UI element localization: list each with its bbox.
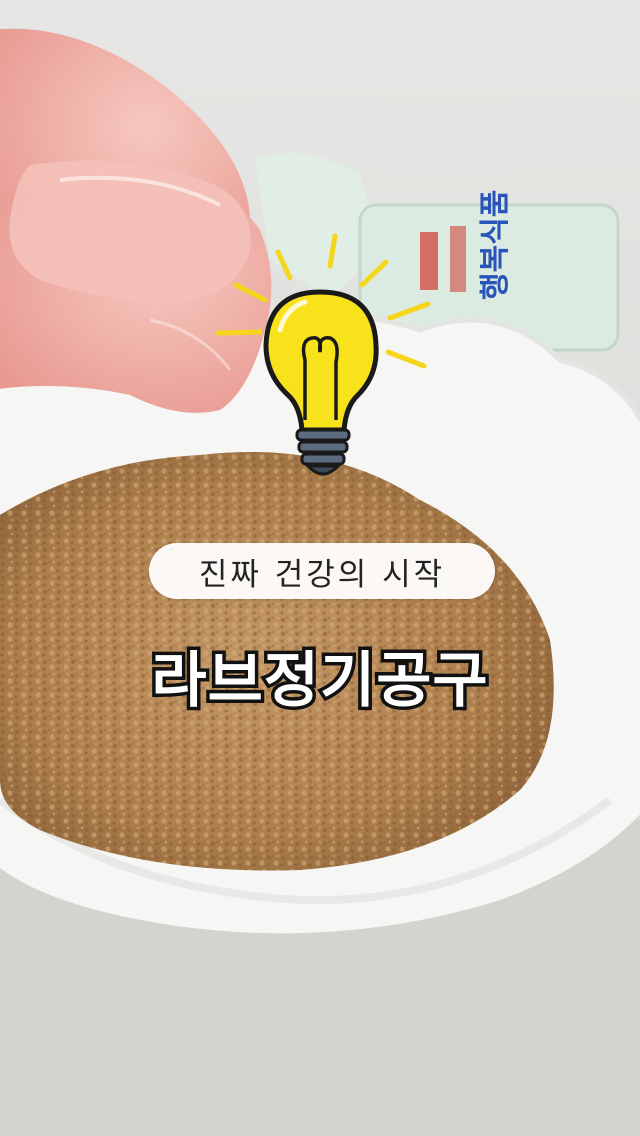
caption-text: 진짜 건강의 시작 [198,556,446,593]
caption-pill: 진짜 건강의 시작 [149,543,495,599]
headline-text: 라브정기공구 [148,643,491,720]
video-frame: 행복식품 진짜 건강의 시작 라브정기공구 [0,0,640,1136]
package-label: 행복식품 [478,190,513,300]
